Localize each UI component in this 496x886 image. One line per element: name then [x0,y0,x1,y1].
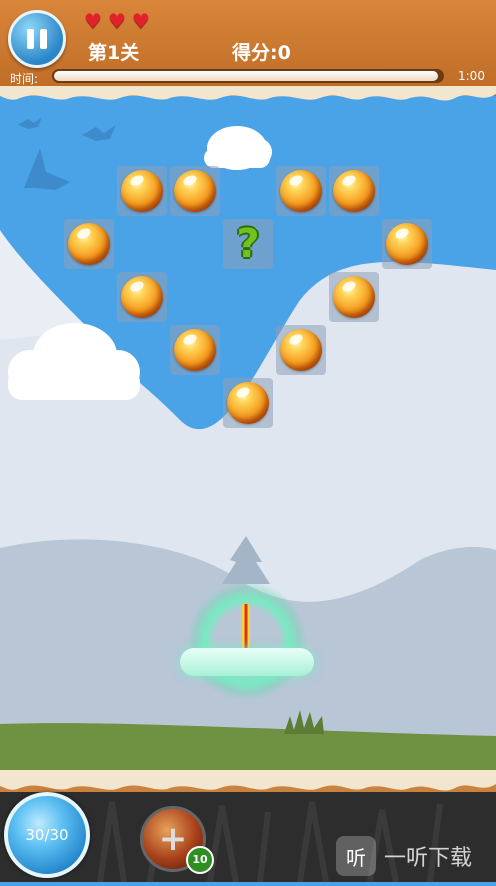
orange-orb-icon [386,223,428,265]
orange-orb-icon [280,170,322,212]
level-label: 第1关 [88,42,140,64]
orange-orb-icon [333,276,375,318]
orange-orb-icon [174,329,216,371]
timer-label: 时间: [10,72,39,86]
timer-fill [54,71,439,81]
mystery-tile[interactable]: ? [223,219,273,269]
orb-tile[interactable] [170,325,220,375]
plus-icon: + [158,819,188,859]
shooter-cloud-base [180,648,314,676]
orb-tile[interactable] [117,166,167,216]
question-mark-icon: ? [236,221,260,267]
background-art [0,0,496,882]
score-label: 得分: [232,42,278,64]
orb-tile[interactable] [382,219,432,269]
watermark: 听 一听下载 [336,836,472,876]
orange-orb-icon [121,276,163,318]
orb-tile[interactable] [329,166,379,216]
orange-orb-icon [227,382,269,424]
orange-orb-icon [280,329,322,371]
orb-tile[interactable] [276,166,326,216]
powerup-count-badge: 10 [186,846,214,874]
hud-wave-edge [0,86,496,101]
orange-orb-icon [68,223,110,265]
timer-value: 1:00 [458,69,485,83]
orb-tile[interactable] [64,219,114,269]
ammo-label: 30/30 [25,826,69,844]
score-display: 得分:0 [232,38,291,65]
watermark-text: 一听下载 [384,846,473,871]
orange-orb-icon [174,170,216,212]
pause-button[interactable] [8,10,66,68]
orange-orb-icon [333,170,375,212]
shooter-needle [242,604,250,650]
orb-tile[interactable] [276,325,326,375]
ammo-counter-button[interactable]: 30/30 [4,792,90,878]
score-value: 0 [277,42,291,64]
heart-icon: ♥ [131,9,150,33]
orb-tile[interactable] [329,272,379,322]
heart-icon: ♥ [84,9,102,33]
orb-tile[interactable] [223,378,273,428]
orange-orb-icon [121,170,163,212]
orb-tile[interactable] [170,166,220,216]
orb-tile[interactable] [117,272,167,322]
shooter[interactable] [180,582,314,700]
watermark-logo-icon: 听 [336,836,376,876]
lives-hearts: ♥ ♥ ♥ [84,11,150,31]
heart-icon: ♥ [107,9,126,33]
game-scene [0,0,496,882]
timer-bar [52,69,444,83]
pause-icon [27,29,34,49]
